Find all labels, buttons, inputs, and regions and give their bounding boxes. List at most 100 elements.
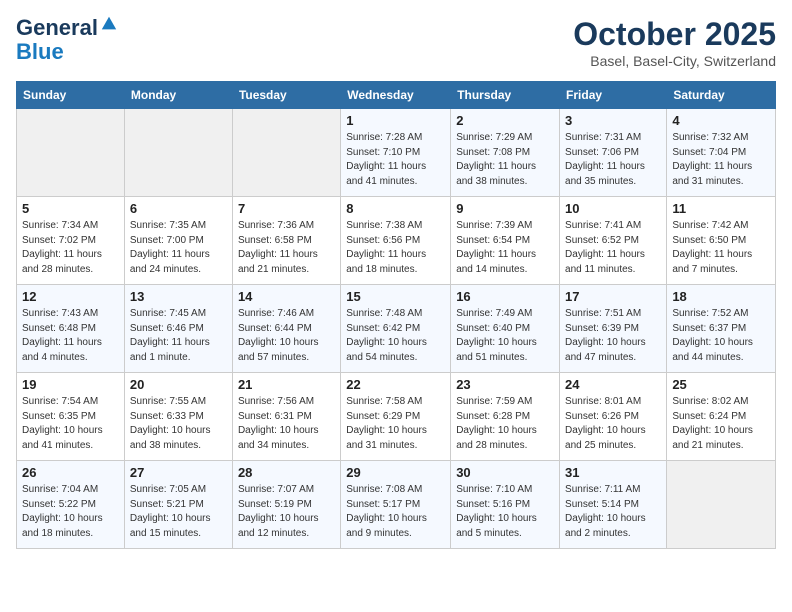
day-number: 7 — [238, 201, 335, 216]
day-number: 19 — [22, 377, 119, 392]
day-number: 18 — [672, 289, 770, 304]
day-of-week-header: Monday — [124, 82, 232, 109]
calendar-cell: 28 Sunrise: 7:07 AM Sunset: 5:19 PM Dayli… — [232, 461, 340, 549]
calendar-cell: 6 Sunrise: 7:35 AM Sunset: 7:00 PM Daylig… — [124, 197, 232, 285]
calendar-cell: 24 Sunrise: 8:01 AM Sunset: 6:26 PM Dayli… — [560, 373, 667, 461]
day-number: 3 — [565, 113, 661, 128]
calendar-cell: 20 Sunrise: 7:55 AM Sunset: 6:33 PM Dayli… — [124, 373, 232, 461]
day-detail: Sunrise: 7:35 AM Sunset: 7:00 PM Dayligh… — [130, 219, 227, 277]
calendar-cell: 23Sunrise: 7:59 AM Sunset: 6:28 PM Dayli… — [451, 373, 560, 461]
calendar-cell: 4 Sunrise: 7:32 AM Sunset: 7:04 PM Daylig… — [667, 109, 776, 197]
day-detail: Sunrise: 8:02 AM Sunset: 6:24 PM Dayligh… — [672, 395, 770, 453]
calendar-body: 1 Sunrise: 7:28 AM Sunset: 7:10 PM Daylig… — [17, 109, 776, 549]
day-detail: Sunrise: 7:48 AM Sunset: 6:42 PM Dayligh… — [346, 307, 445, 365]
calendar-cell: 9 Sunrise: 7:39 AM Sunset: 6:54 PM Daylig… — [451, 197, 560, 285]
calendar-cell: 5Sunrise: 7:34 AM Sunset: 7:02 PM Daylig… — [17, 197, 125, 285]
day-number: 21 — [238, 377, 335, 392]
day-number: 8 — [346, 201, 445, 216]
calendar-cell: 11 Sunrise: 7:42 AM Sunset: 6:50 PM Dayli… — [667, 197, 776, 285]
day-detail: Sunrise: 7:51 AM Sunset: 6:39 PM Dayligh… — [565, 307, 661, 365]
calendar-cell: 14Sunrise: 7:46 AM Sunset: 6:44 PM Dayli… — [232, 285, 340, 373]
day-of-week-header: Thursday — [451, 82, 560, 109]
day-detail: Sunrise: 7:08 AM Sunset: 5:17 PM Dayligh… — [346, 483, 445, 541]
calendar-cell: 2 Sunrise: 7:29 AM Sunset: 7:08 PM Daylig… — [451, 109, 560, 197]
day-of-week-header: Friday — [560, 82, 667, 109]
day-detail: Sunrise: 7:56 AM Sunset: 6:31 PM Dayligh… — [238, 395, 335, 453]
day-detail: Sunrise: 7:58 AM Sunset: 6:29 PM Dayligh… — [346, 395, 445, 453]
day-number: 11 — [672, 201, 770, 216]
location: Basel, Basel-City, Switzerland — [573, 53, 776, 69]
calendar-cell: 13 Sunrise: 7:45 AM Sunset: 6:46 PM Dayli… — [124, 285, 232, 373]
month-title: October 2025 — [573, 16, 776, 53]
calendar-cell: 3 Sunrise: 7:31 AM Sunset: 7:06 PM Daylig… — [560, 109, 667, 197]
day-detail: Sunrise: 7:07 AM Sunset: 5:19 PM Dayligh… — [238, 483, 335, 541]
day-number: 14 — [238, 289, 335, 304]
day-number: 10 — [565, 201, 661, 216]
day-detail: Sunrise: 7:59 AM Sunset: 6:28 PM Dayligh… — [456, 395, 554, 453]
calendar-cell: 30Sunrise: 7:10 AM Sunset: 5:16 PM Dayli… — [451, 461, 560, 549]
calendar-cell: 25 Sunrise: 8:02 AM Sunset: 6:24 PM Dayli… — [667, 373, 776, 461]
day-detail: Sunrise: 7:29 AM Sunset: 7:08 PM Dayligh… — [456, 131, 554, 189]
calendar-cell — [667, 461, 776, 549]
day-number: 6 — [130, 201, 227, 216]
day-of-week-header: Saturday — [667, 82, 776, 109]
calendar-cell — [124, 109, 232, 197]
calendar-cell: 29Sunrise: 7:08 AM Sunset: 5:17 PM Dayli… — [341, 461, 451, 549]
day-number: 13 — [130, 289, 227, 304]
title-section: October 2025 Basel, Basel-City, Switzerl… — [573, 16, 776, 69]
day-number: 16 — [456, 289, 554, 304]
page-header: General Blue October 2025 Basel, Basel-C… — [16, 16, 776, 69]
day-number: 1 — [346, 113, 445, 128]
calendar-cell: 15Sunrise: 7:48 AM Sunset: 6:42 PM Dayli… — [341, 285, 451, 373]
calendar-header-row: SundayMondayTuesdayWednesdayThursdayFrid… — [17, 82, 776, 109]
calendar-week-row: 1 Sunrise: 7:28 AM Sunset: 7:10 PM Daylig… — [17, 109, 776, 197]
day-number: 25 — [672, 377, 770, 392]
calendar-cell: 16 Sunrise: 7:49 AM Sunset: 6:40 PM Dayli… — [451, 285, 560, 373]
day-number: 26 — [22, 465, 119, 480]
day-detail: Sunrise: 7:31 AM Sunset: 7:06 PM Dayligh… — [565, 131, 661, 189]
day-number: 9 — [456, 201, 554, 216]
day-number: 20 — [130, 377, 227, 392]
calendar-week-row: 26 Sunrise: 7:04 AM Sunset: 5:22 PM Dayli… — [17, 461, 776, 549]
calendar-cell: 22 Sunrise: 7:58 AM Sunset: 6:29 PM Dayli… — [341, 373, 451, 461]
day-detail: Sunrise: 7:32 AM Sunset: 7:04 PM Dayligh… — [672, 131, 770, 189]
day-of-week-header: Tuesday — [232, 82, 340, 109]
day-number: 17 — [565, 289, 661, 304]
calendar-week-row: 19 Sunrise: 7:54 AM Sunset: 6:35 PM Dayli… — [17, 373, 776, 461]
day-number: 2 — [456, 113, 554, 128]
day-detail: Sunrise: 7:28 AM Sunset: 7:10 PM Dayligh… — [346, 131, 445, 189]
day-detail: Sunrise: 7:39 AM Sunset: 6:54 PM Dayligh… — [456, 219, 554, 277]
day-detail: Sunrise: 7:55 AM Sunset: 6:33 PM Dayligh… — [130, 395, 227, 453]
day-number: 28 — [238, 465, 335, 480]
day-number: 24 — [565, 377, 661, 392]
day-detail: Sunrise: 7:11 AM Sunset: 5:14 PM Dayligh… — [565, 483, 661, 541]
calendar-cell: 1 Sunrise: 7:28 AM Sunset: 7:10 PM Daylig… — [341, 109, 451, 197]
day-number: 27 — [130, 465, 227, 480]
calendar-cell — [17, 109, 125, 197]
day-detail: Sunrise: 7:45 AM Sunset: 6:46 PM Dayligh… — [130, 307, 227, 365]
day-detail: Sunrise: 7:34 AM Sunset: 7:02 PM Dayligh… — [22, 219, 119, 277]
calendar-cell: 17 Sunrise: 7:51 AM Sunset: 6:39 PM Dayli… — [560, 285, 667, 373]
day-number: 4 — [672, 113, 770, 128]
day-of-week-header: Wednesday — [341, 82, 451, 109]
calendar-cell: 12 Sunrise: 7:43 AM Sunset: 6:48 PM Dayli… — [17, 285, 125, 373]
day-detail: Sunrise: 7:43 AM Sunset: 6:48 PM Dayligh… — [22, 307, 119, 365]
calendar-cell: 10 Sunrise: 7:41 AM Sunset: 6:52 PM Dayli… — [560, 197, 667, 285]
calendar-week-row: 12 Sunrise: 7:43 AM Sunset: 6:48 PM Dayli… — [17, 285, 776, 373]
day-detail: Sunrise: 7:52 AM Sunset: 6:37 PM Dayligh… — [672, 307, 770, 365]
day-detail: Sunrise: 7:42 AM Sunset: 6:50 PM Dayligh… — [672, 219, 770, 277]
day-number: 31 — [565, 465, 661, 480]
calendar-cell: 19 Sunrise: 7:54 AM Sunset: 6:35 PM Dayli… — [17, 373, 125, 461]
day-detail: Sunrise: 7:54 AM Sunset: 6:35 PM Dayligh… — [22, 395, 119, 453]
day-of-week-header: Sunday — [17, 82, 125, 109]
day-number: 12 — [22, 289, 119, 304]
day-number: 22 — [346, 377, 445, 392]
day-detail: Sunrise: 7:41 AM Sunset: 6:52 PM Dayligh… — [565, 219, 661, 277]
day-detail: Sunrise: 7:36 AM Sunset: 6:58 PM Dayligh… — [238, 219, 335, 277]
day-detail: Sunrise: 8:01 AM Sunset: 6:26 PM Dayligh… — [565, 395, 661, 453]
day-detail: Sunrise: 7:38 AM Sunset: 6:56 PM Dayligh… — [346, 219, 445, 277]
day-detail: Sunrise: 7:04 AM Sunset: 5:22 PM Dayligh… — [22, 483, 119, 541]
day-detail: Sunrise: 7:49 AM Sunset: 6:40 PM Dayligh… — [456, 307, 554, 365]
calendar-cell: 18 Sunrise: 7:52 AM Sunset: 6:37 PM Dayli… — [667, 285, 776, 373]
logo-icon — [100, 15, 118, 33]
